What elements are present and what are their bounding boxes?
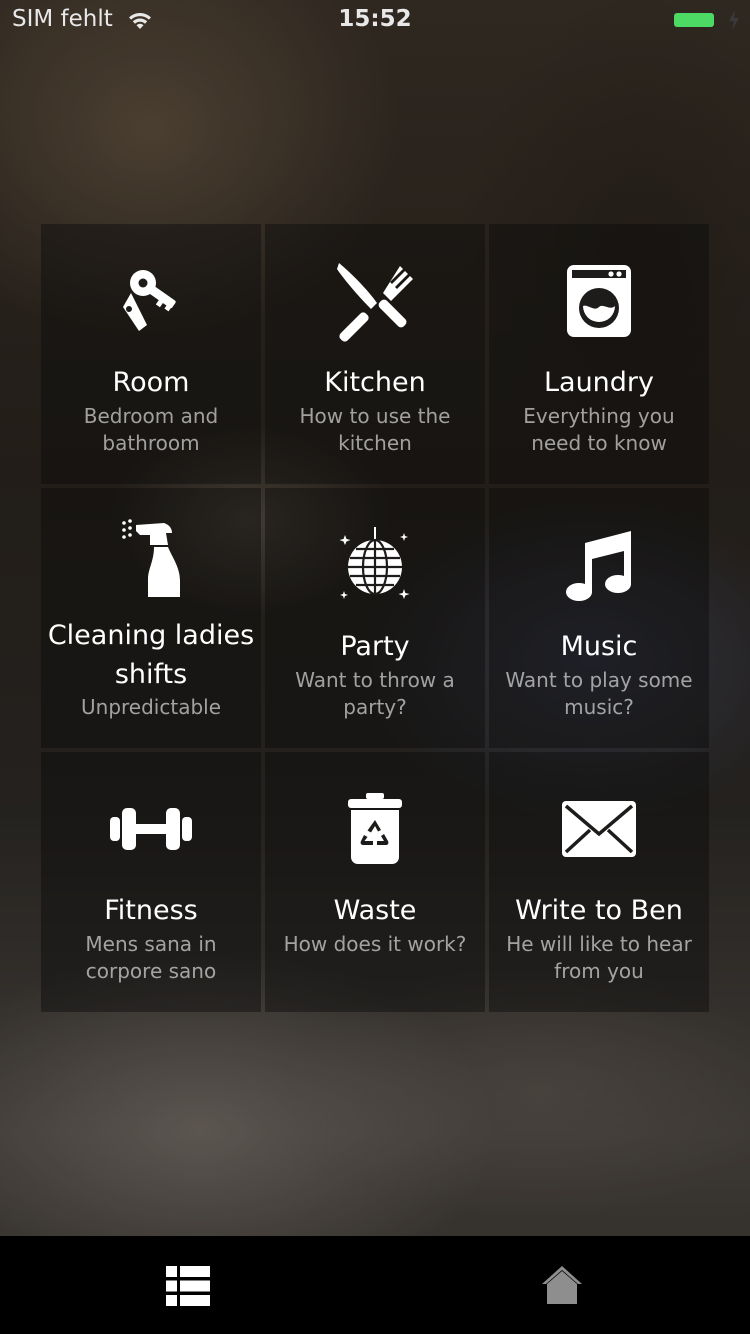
spray-bottle-icon: [108, 516, 194, 602]
tile-laundry[interactable]: Laundry Everything you need to know: [489, 224, 709, 484]
tile-subtitle: How does it work?: [283, 932, 467, 956]
tile-subtitle: Unpredictable: [81, 695, 221, 719]
tile-waste[interactable]: Waste How does it work?: [265, 752, 485, 1012]
tile-subtitle: Want to play some music?: [505, 668, 693, 719]
tile-title: Waste: [333, 895, 417, 926]
dumbbell-icon: [108, 786, 194, 872]
knife-fork-icon: [332, 258, 418, 344]
tile-title: Room: [112, 367, 190, 398]
clock: 15:52: [338, 6, 412, 32]
tile-title: Cleaning ladies shifts: [47, 620, 255, 690]
tile-party[interactable]: Party Want to throw a party?: [265, 488, 485, 748]
washing-machine-icon: [556, 258, 642, 344]
tile-title: Laundry: [543, 367, 655, 398]
keys-icon: [108, 258, 194, 344]
tile-title: Music: [560, 631, 638, 662]
envelope-icon: [556, 786, 642, 872]
tile-title: Write to Ben: [515, 895, 683, 926]
tile-fitness[interactable]: Fitness Mens sana in corpore sano: [41, 752, 261, 1012]
status-bar: SIM fehlt 15:52: [0, 0, 750, 40]
home-icon[interactable]: [541, 1264, 583, 1304]
recycle-bin-icon: [332, 786, 418, 872]
tile-kitchen[interactable]: Kitchen How to use the kitchen: [265, 224, 485, 484]
music-note-icon: [556, 522, 642, 608]
tile-subtitle: Everything you need to know: [523, 404, 675, 455]
tile-subtitle: How to use the kitchen: [299, 404, 451, 455]
tile-title: Kitchen: [324, 367, 426, 398]
tile-subtitle: Want to throw a party?: [295, 668, 455, 719]
tile-subtitle: Mens sana in corpore sano: [85, 932, 217, 983]
tab-bar: [0, 1236, 750, 1334]
tile-title: Fitness: [104, 895, 198, 926]
tile-subtitle: He will like to hear from you: [506, 932, 692, 983]
tile-write-to-ben[interactable]: Write to Ben He will like to hear from y…: [489, 752, 709, 1012]
tile-music[interactable]: Music Want to play some music?: [489, 488, 709, 748]
tile-room[interactable]: Room Bedroom and bathroom: [41, 224, 261, 484]
category-grid: Room Bedroom and bathroom Kitchen How to…: [41, 224, 709, 1012]
tile-subtitle: Bedroom and bathroom: [83, 404, 219, 455]
disco-ball-icon: [332, 522, 418, 608]
list-icon[interactable]: [166, 1266, 210, 1306]
tile-cleaning[interactable]: Cleaning ladies shifts Unpredictable: [41, 488, 261, 748]
tile-title: Party: [340, 631, 410, 662]
charging-icon: [729, 10, 739, 30]
battery-icon: [674, 13, 714, 27]
